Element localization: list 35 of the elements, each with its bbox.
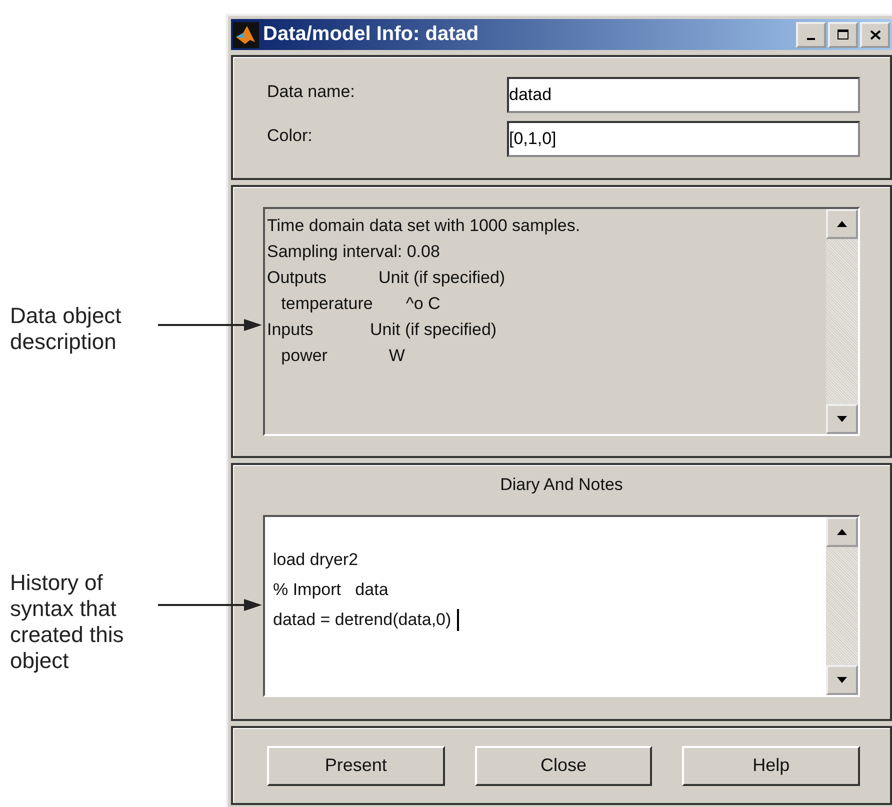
description-line: temperature ^o C	[280, 293, 442, 315]
description-line: Time domain data set with 1000 samples.	[267, 215, 582, 237]
close-button[interactable]	[860, 22, 890, 48]
dialog-button[interactable]: Close	[474, 746, 652, 786]
minimize-button[interactable]	[796, 22, 826, 48]
field-label: Data name:	[267, 82, 356, 102]
section-title: Diary And Notes	[499, 475, 624, 495]
scrollbar[interactable]	[826, 517, 858, 695]
description-line: power W	[280, 345, 406, 367]
down-arrow-icon	[837, 677, 847, 683]
up-arrow-icon	[837, 221, 847, 227]
scrollbar[interactable]	[826, 209, 858, 434]
input-field[interactable]: [0,1,0]	[507, 121, 860, 157]
dialog-button[interactable]: Present	[267, 746, 445, 786]
text-cursor	[457, 609, 460, 631]
notes-line: datad = detrend(data,0)	[273, 609, 452, 631]
annotation-text: Data object description	[10, 303, 122, 355]
annotation-text: History of syntax that created this object	[10, 570, 125, 674]
description-line: Outputs Unit (if specified)	[267, 267, 506, 289]
down-arrow-icon	[837, 416, 847, 422]
maximize-icon	[837, 29, 849, 40]
window-title: Data/model Info: datad	[263, 23, 480, 46]
input-field[interactable]: datad	[507, 77, 860, 113]
field-label: Color:	[267, 126, 314, 146]
notes-box[interactable]: load dryer2 % Import data datad = detrend(data,0)	[263, 515, 860, 697]
notes-line: % Import data	[273, 579, 388, 601]
up-arrow-icon	[837, 529, 847, 535]
description-line: Sampling interval: 0.08	[267, 241, 441, 263]
close-icon	[870, 30, 880, 40]
notes-line: load dryer2	[273, 549, 358, 571]
minimize-icon	[807, 38, 815, 40]
dialog-button[interactable]: Help	[682, 746, 860, 786]
description-line: Inputs Unit (if specified)	[267, 319, 498, 341]
maximize-button[interactable]	[828, 22, 858, 48]
matlab-logo-icon	[233, 22, 259, 48]
